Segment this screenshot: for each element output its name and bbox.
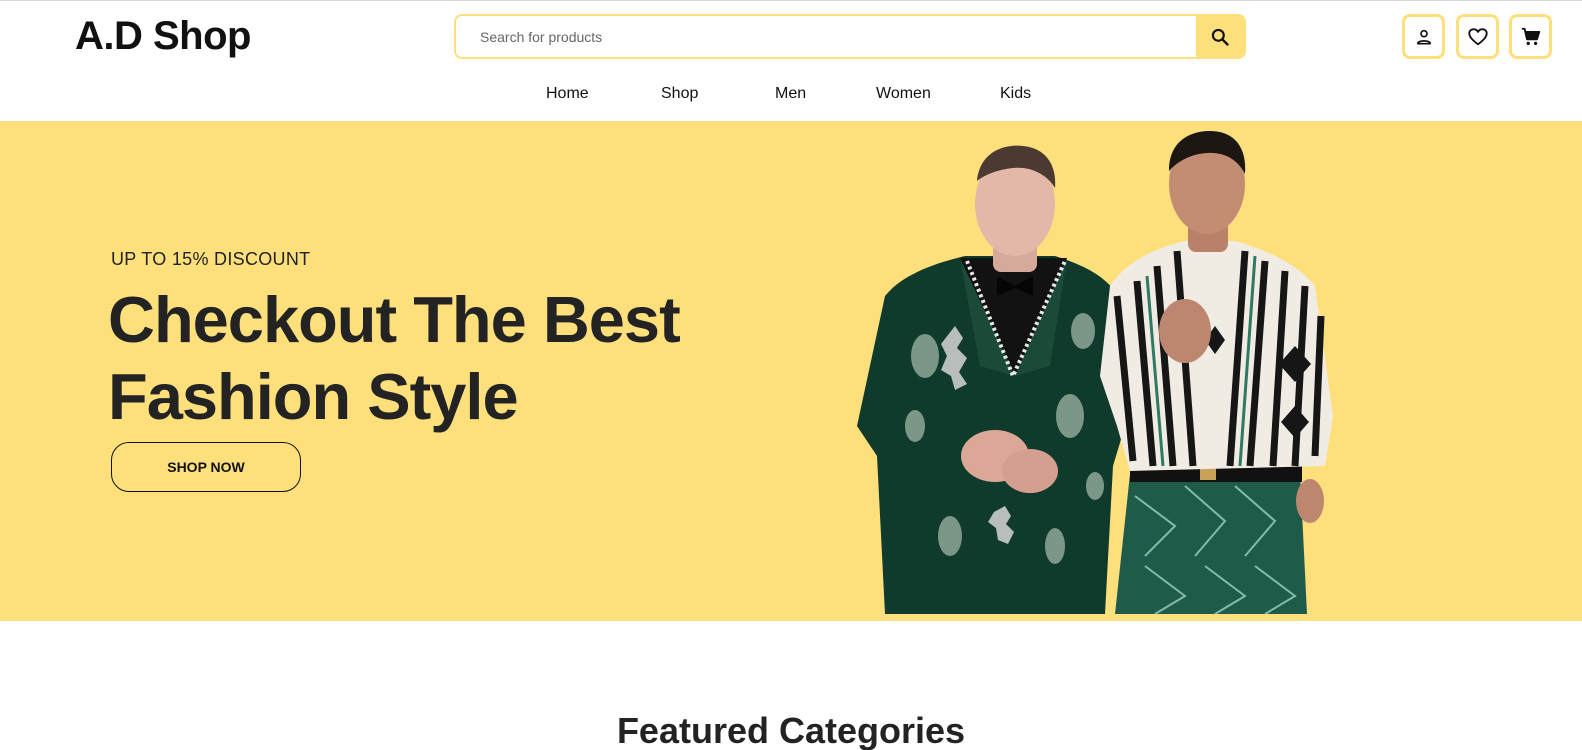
hero-banner: UP TO 15% DISCOUNT Checkout The Best Fas…	[0, 121, 1582, 621]
top-divider	[0, 0, 1582, 1]
search-bar	[454, 14, 1246, 59]
hero-title-line-1: Checkout The Best	[108, 283, 681, 356]
heart-icon	[1467, 27, 1488, 45]
search-button[interactable]	[1196, 16, 1244, 57]
featured-categories-title: Featured Categories	[616, 710, 966, 750]
search-input[interactable]	[456, 16, 1196, 57]
cart-button[interactable]	[1509, 14, 1552, 59]
hero-discount-text: UP TO 15% DISCOUNT	[111, 249, 311, 269]
site-logo[interactable]: A.D Shop	[75, 14, 251, 59]
account-button[interactable]	[1402, 14, 1445, 59]
model-left-figure	[857, 145, 1125, 614]
user-icon	[1416, 29, 1431, 45]
nav-item-men[interactable]: Men	[775, 85, 806, 103]
wishlist-button[interactable]	[1456, 14, 1499, 59]
nav-item-home[interactable]: Home	[546, 85, 589, 103]
nav-item-shop[interactable]: Shop	[661, 85, 698, 103]
cart-icon	[1521, 27, 1540, 45]
main-nav: Home Shop Men Women Kids	[0, 85, 1582, 105]
search-icon	[1211, 28, 1229, 46]
shop-now-button[interactable]: SHOP NOW	[111, 442, 301, 492]
hero-title: Checkout The Best Fashion Style	[108, 281, 681, 435]
hero-title-line-2: Fashion Style	[108, 360, 519, 433]
nav-item-women[interactable]: Women	[876, 85, 931, 103]
hero-models-image	[857, 131, 1333, 615]
nav-item-kids[interactable]: Kids	[1000, 85, 1031, 103]
model-right-figure	[1100, 131, 1333, 615]
